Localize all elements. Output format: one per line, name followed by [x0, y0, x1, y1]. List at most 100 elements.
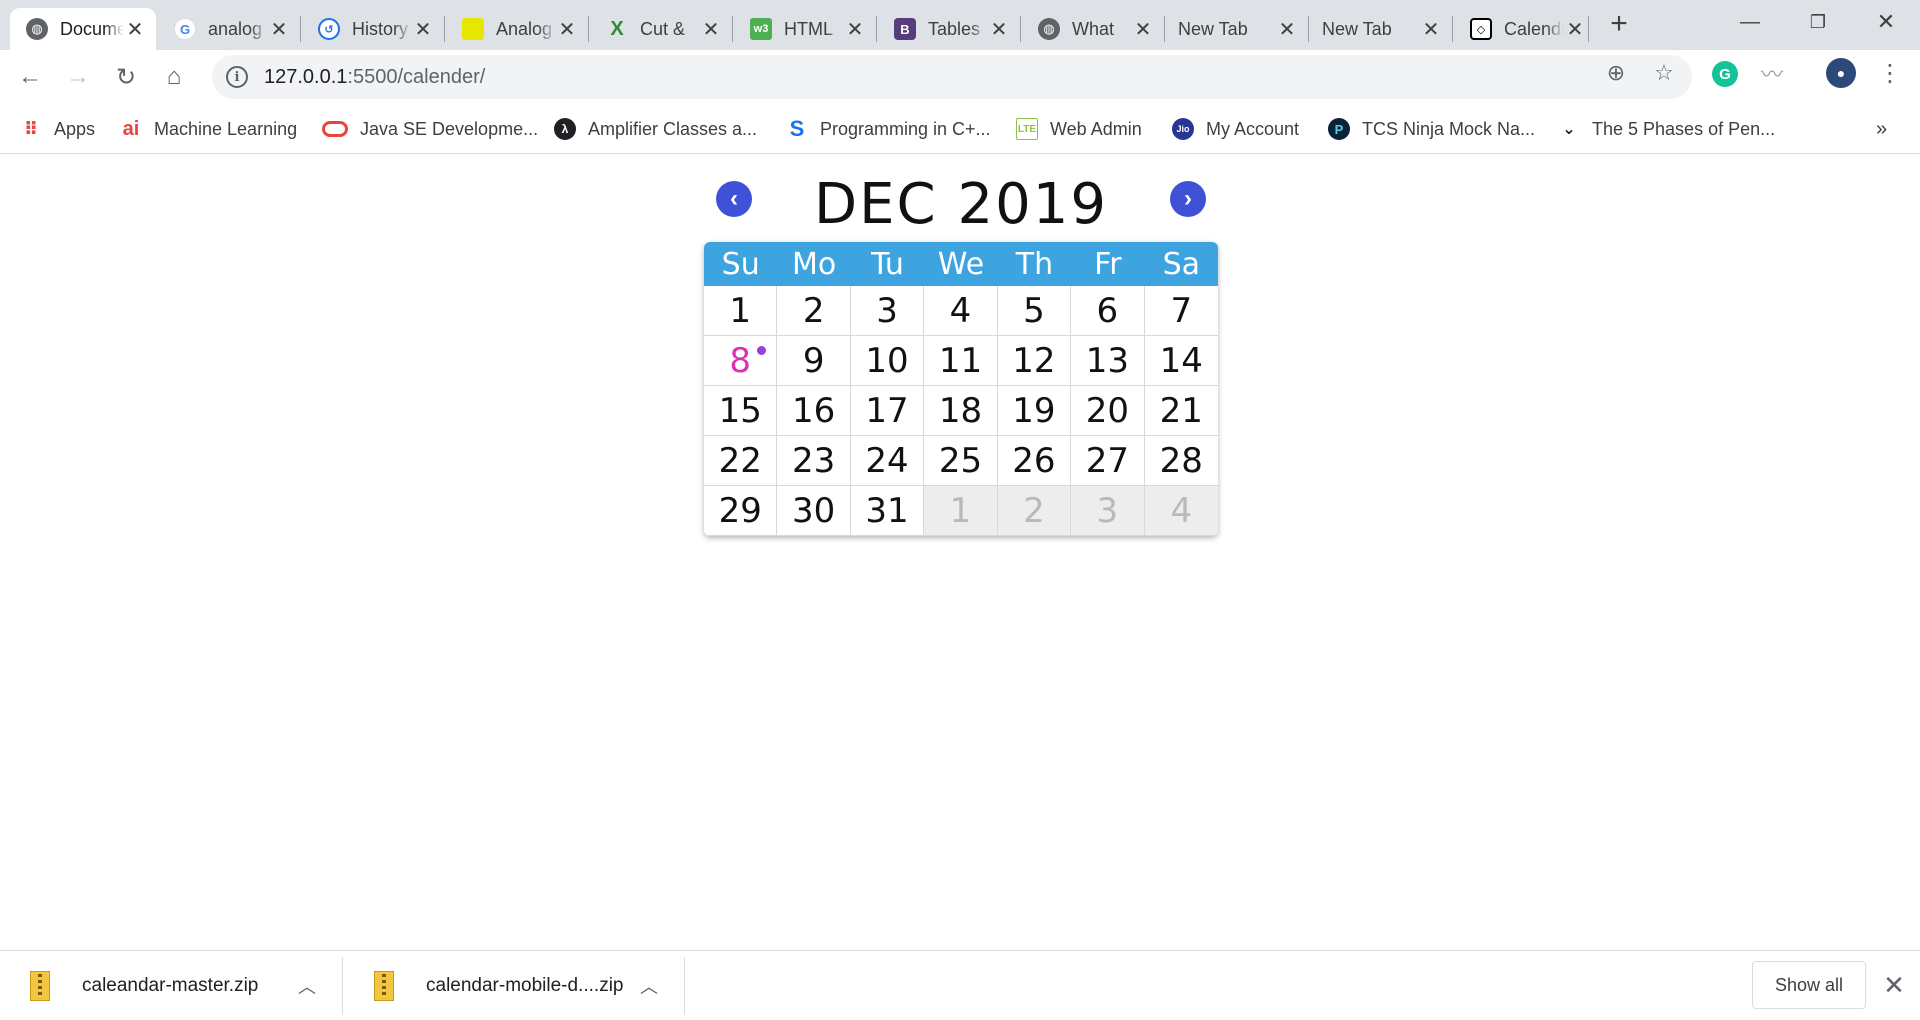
calendar-day-today[interactable]: 8 — [704, 336, 778, 386]
tab-cut[interactable]: X Cut & ✕ — [590, 8, 732, 50]
tab-history[interactable]: ↺ History ✕ — [302, 8, 444, 50]
calendar-day[interactable]: 27 — [1071, 436, 1145, 486]
new-tab-button[interactable]: + — [1604, 9, 1634, 40]
home-icon[interactable]: ⌂ — [156, 59, 192, 95]
tab-what[interactable]: ◍ What ✕ — [1022, 8, 1164, 50]
calendar-day[interactable]: 18 — [924, 386, 998, 436]
calendar-day-next-month[interactable]: 3 — [1071, 486, 1145, 536]
close-icon[interactable]: ✕ — [700, 18, 722, 41]
chevron-up-icon[interactable]: ︿ — [298, 973, 316, 999]
restore-button[interactable]: ❐ — [1788, 4, 1848, 40]
calendar-day[interactable]: 10 — [850, 336, 925, 386]
calendar-day[interactable]: 11 — [924, 336, 998, 386]
chevron-up-icon[interactable]: ︿ — [640, 973, 658, 999]
bookmark-web-admin[interactable]: LTE Web Admin — [1016, 114, 1142, 144]
calendar-day-next-month[interactable]: 4 — [1144, 486, 1218, 536]
grammarly-icon[interactable]: G — [1712, 61, 1738, 87]
bookmark-programming-cpp[interactable]: S Programming in C+... — [786, 114, 991, 144]
calendar-day-next-month[interactable]: 2 — [997, 486, 1072, 536]
close-icon[interactable]: ✕ — [412, 18, 434, 41]
address-bar[interactable]: i 127.0.0.1:5500/calender/ — [212, 55, 1692, 99]
calendar-day[interactable]: 9 — [777, 336, 851, 386]
calendar-day[interactable]: 17 — [850, 386, 925, 436]
calendar-day[interactable]: 29 — [704, 486, 778, 536]
calendar-day[interactable]: 26 — [997, 436, 1072, 486]
back-arrow-icon[interactable]: ← — [12, 59, 48, 95]
tab-calendar[interactable]: ◇ Calendar ✕ — [1454, 8, 1596, 50]
close-icon[interactable]: ✕ — [1880, 971, 1908, 999]
minimize-button[interactable]: — — [1720, 4, 1780, 40]
calendar-day[interactable]: 13 — [1071, 336, 1145, 386]
calendar-day[interactable]: 1 — [704, 286, 778, 336]
tab-document[interactable]: ◍ Document ✕ — [10, 8, 156, 50]
extension-icon[interactable]: 〰 — [1760, 61, 1784, 87]
calendar-day[interactable]: 3 — [850, 286, 925, 336]
calendar-day[interactable]: 23 — [777, 436, 851, 486]
bookmark-label: Web Admin — [1050, 118, 1142, 139]
tab-analog-search[interactable]: G analog ✕ — [158, 8, 300, 50]
close-icon[interactable]: ✕ — [988, 18, 1010, 41]
day-number: 7 — [1170, 290, 1193, 331]
bookmark-icon: ⌄ — [1562, 121, 1576, 138]
day-number: 3 — [876, 290, 898, 331]
close-icon[interactable]: ✕ — [124, 18, 146, 41]
bookmark-amplifier-classes[interactable]: λ Amplifier Classes a... — [554, 114, 757, 144]
close-icon[interactable]: ✕ — [1420, 18, 1442, 41]
next-month-button[interactable]: › — [1170, 181, 1206, 217]
calendar-day[interactable]: 6 — [1071, 286, 1145, 336]
calendar-day[interactable]: 21 — [1144, 386, 1218, 436]
close-icon[interactable]: ✕ — [268, 18, 290, 41]
calendar-day[interactable]: 19 — [997, 386, 1072, 436]
close-icon[interactable]: ✕ — [1564, 18, 1586, 41]
bookmark-tcs-ninja[interactable]: P TCS Ninja Mock Na... — [1328, 114, 1535, 144]
tab-new-tab-2[interactable]: New Tab ✕ — [1310, 8, 1452, 50]
info-icon[interactable]: i — [226, 66, 248, 88]
more-bookmarks-chevron-icon[interactable]: » — [1876, 114, 1887, 144]
calendar-day-next-month[interactable]: 1 — [924, 486, 998, 536]
calendar-day[interactable]: 14 — [1144, 336, 1218, 386]
calendar-day[interactable]: 24 — [850, 436, 925, 486]
s-icon: S — [789, 116, 805, 141]
tab-label: Calendar — [1504, 18, 1564, 39]
calendar-day[interactable]: 7 — [1144, 286, 1218, 336]
tab-analog[interactable]: Analog ✕ — [446, 8, 588, 50]
download-item[interactable]: calendar-mobile-d....zip ︿ — [344, 951, 684, 1020]
star-icon[interactable]: ☆ — [1652, 60, 1676, 85]
download-item[interactable]: caleandar-master.zip ︿ — [0, 951, 340, 1020]
calendar-day[interactable]: 16 — [777, 386, 851, 436]
zoom-icon[interactable]: ⊕ — [1604, 60, 1628, 85]
calendar-day[interactable]: 31 — [850, 486, 925, 536]
tab-label: Cut & — [640, 18, 686, 39]
bookmark-apps[interactable]: ⠿ Apps — [20, 114, 95, 144]
calendar-day[interactable]: 28 — [1144, 436, 1218, 486]
forward-arrow-icon[interactable]: → — [60, 59, 96, 95]
tab-html[interactable]: w3 HTML ✕ — [734, 8, 876, 50]
close-icon[interactable]: ✕ — [1276, 18, 1298, 41]
close-icon[interactable]: ✕ — [844, 18, 866, 41]
calendar-day[interactable]: 15 — [704, 386, 778, 436]
avatar[interactable]: ● — [1826, 58, 1856, 88]
calendar-day[interactable]: 5 — [997, 286, 1072, 336]
tab-tables[interactable]: B Tables ✕ — [878, 8, 1020, 50]
calendar-day[interactable]: 2 — [777, 286, 851, 336]
bookmark-5-phases[interactable]: ⌄ The 5 Phases of Pen... — [1558, 114, 1775, 144]
show-all-button[interactable]: Show all — [1752, 961, 1866, 1009]
calendar-day[interactable]: 20 — [1071, 386, 1145, 436]
bookmark-my-account[interactable]: Jio My Account — [1172, 114, 1299, 144]
codepen-icon: ◇ — [1470, 18, 1492, 40]
calendar-day[interactable]: 4 — [924, 286, 998, 336]
close-icon[interactable]: ✕ — [556, 18, 578, 41]
close-window-button[interactable]: ✕ — [1856, 4, 1916, 40]
menu-kebab-icon[interactable]: ⋮ — [1878, 60, 1902, 87]
tab-new-tab-1[interactable]: New Tab ✕ — [1166, 8, 1308, 50]
calendar-day[interactable]: 30 — [777, 486, 851, 536]
calendar-day[interactable]: 12 — [997, 336, 1072, 386]
bookmark-machine-learning[interactable]: ai Machine Learning — [120, 114, 297, 144]
url-text[interactable]: 127.0.0.1:5500/calender/ — [264, 66, 485, 89]
calendar-day[interactable]: 22 — [704, 436, 778, 486]
close-icon[interactable]: ✕ — [1132, 18, 1154, 41]
calendar-day[interactable]: 25 — [924, 436, 998, 486]
bookmark-java-se[interactable]: Java SE Developme... — [322, 114, 538, 144]
reload-icon[interactable]: ↻ — [108, 59, 144, 95]
day-number: 15 — [718, 390, 762, 431]
